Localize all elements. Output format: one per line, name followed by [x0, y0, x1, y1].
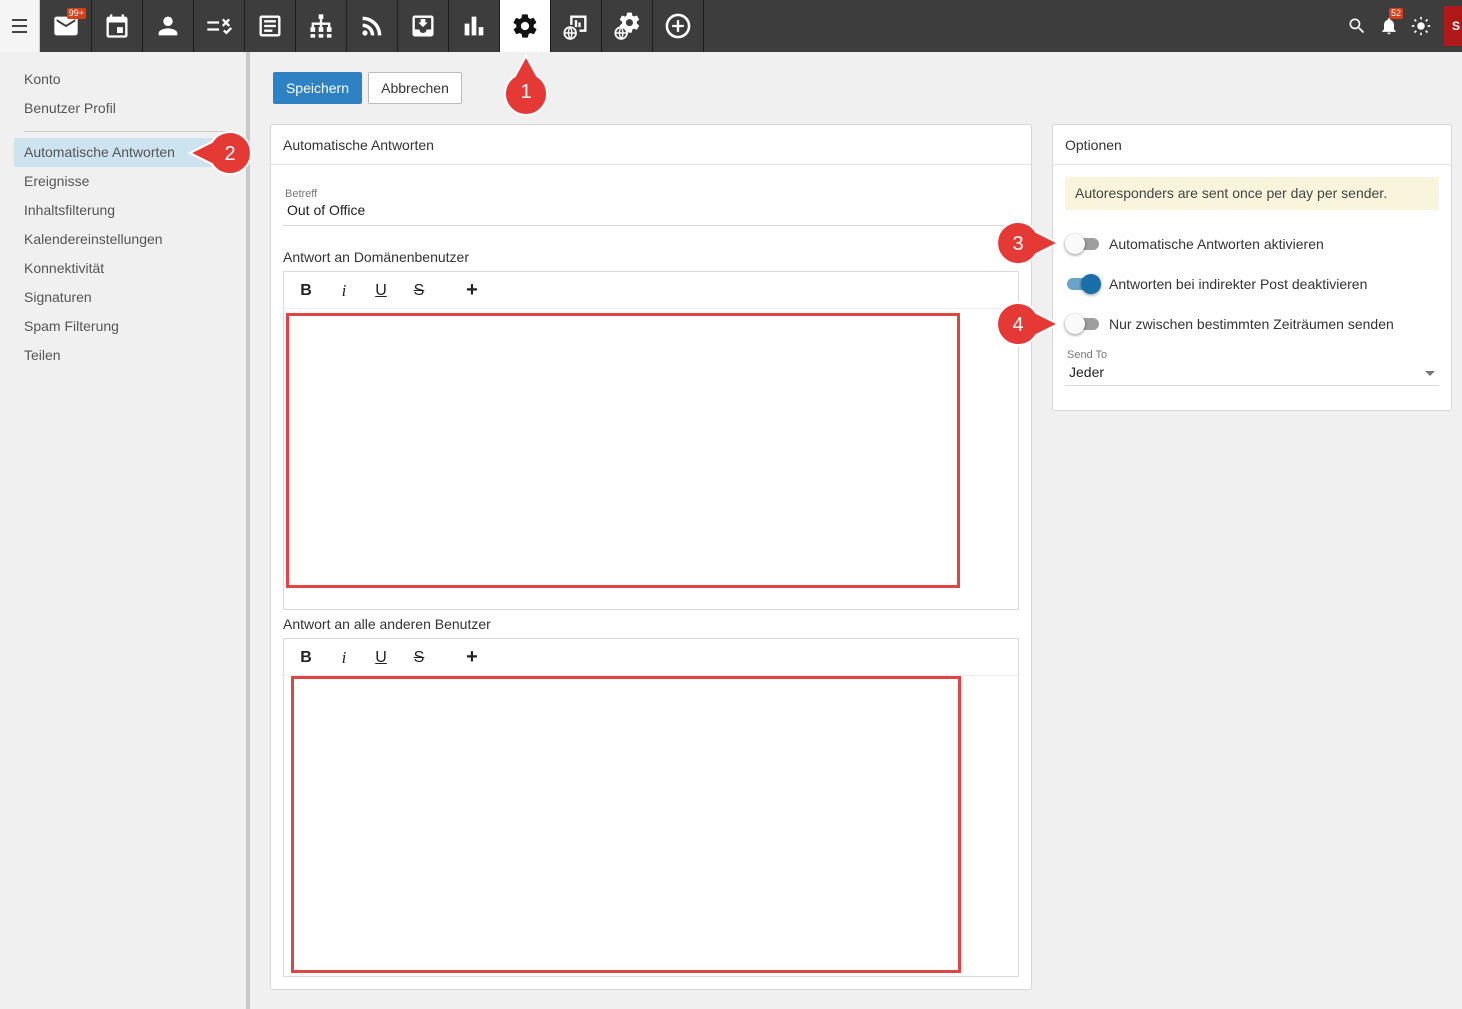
tab-settings[interactable] [500, 0, 551, 52]
tab-rss[interactable] [347, 0, 398, 52]
tab-contacts[interactable] [143, 0, 194, 52]
domain-report-icon [563, 15, 587, 40]
send-to-select[interactable]: Jeder [1069, 364, 1104, 380]
send-to-underline [1065, 385, 1439, 386]
hamburger-menu-button[interactable] [0, 0, 40, 52]
bell-icon [1382, 18, 1396, 35]
search-button[interactable] [1341, 0, 1373, 52]
sitemap-icon [310, 14, 332, 38]
more-options-button[interactable]: + [459, 272, 485, 309]
disable-indirect-label: Antworten bei indirekter Post deaktivier… [1109, 276, 1368, 292]
top-right-controls: 52 S [1341, 0, 1462, 52]
autoreply-panel-title: Automatische Antworten [271, 125, 1031, 165]
strikethrough-button[interactable]: S [406, 639, 432, 676]
toggle-row-schedule: Nur zwischen bestimmten Zeiträumen sende… [1065, 312, 1394, 336]
enable-autoreply-toggle[interactable] [1065, 232, 1101, 256]
callout-4: 4 [992, 302, 1061, 346]
notifications-badge: 52 [1388, 8, 1403, 19]
schedule-only-label: Nur zwischen bestimmten Zeiträumen sende… [1109, 316, 1394, 332]
enable-autoreply-label: Automatische Antworten aktivieren [1109, 236, 1324, 252]
callout-number: 2 [224, 143, 235, 165]
add-circle-icon [665, 13, 691, 39]
rss-icon [362, 16, 382, 36]
other-users-text-area[interactable] [291, 676, 961, 973]
sidebar-item-teilen[interactable]: Teilen [14, 341, 232, 370]
notifications-button[interactable]: 52 [1373, 0, 1405, 52]
bold-button[interactable]: B [293, 639, 319, 676]
notes-icon [259, 15, 281, 37]
callout-2: 2 [187, 131, 256, 175]
sidebar-item-inhaltsfilterung[interactable]: Inhaltsfilterung [14, 196, 232, 225]
tab-domain-reports[interactable] [551, 0, 602, 52]
options-panel-title: Optionen [1053, 125, 1451, 165]
underline-button[interactable]: U [368, 639, 394, 676]
tab-domain-settings[interactable] [602, 0, 653, 52]
domain-users-text-area[interactable] [286, 313, 960, 588]
schedule-only-toggle[interactable] [1065, 312, 1101, 336]
avatar[interactable]: S [1444, 6, 1462, 46]
callout-number: 1 [520, 81, 531, 103]
tab-sitemap[interactable] [296, 0, 347, 52]
mail-badge: 99+ [66, 8, 86, 19]
cancel-button[interactable]: Abbrechen [368, 72, 462, 104]
tab-tasks[interactable] [194, 0, 245, 52]
underline-button[interactable]: U [368, 272, 394, 309]
sun-icon [1411, 16, 1431, 36]
subject-input[interactable]: Out of Office [287, 202, 365, 218]
options-panel: Optionen [1052, 124, 1452, 411]
tab-add[interactable] [653, 0, 704, 52]
toggle-row-indirect: Antworten bei indirekter Post deaktivier… [1065, 272, 1367, 296]
callout-1: 1 [503, 53, 549, 118]
top-bar: 99+ 52 S [0, 0, 1462, 52]
bold-button[interactable]: B [293, 272, 319, 309]
sidebar-item-kalendereinstellungen[interactable]: Kalendereinstellungen [14, 225, 232, 254]
search-icon [1349, 18, 1365, 34]
strikethrough-button[interactable]: S [406, 272, 432, 309]
sidebar-item-konto[interactable]: Konto [14, 65, 232, 94]
callout-number: 3 [1012, 233, 1023, 255]
save-button[interactable]: Speichern [273, 72, 362, 104]
tab-mail[interactable]: 99+ [41, 0, 92, 52]
sidebar-splitter[interactable] [246, 52, 250, 1009]
sidebar-item-benutzer-profil[interactable]: Benutzer Profil [14, 94, 232, 123]
tasks-icon [207, 18, 233, 35]
bar-chart-icon [464, 16, 484, 36]
callout-number: 4 [1012, 314, 1023, 336]
avatar-letter: S [1451, 19, 1460, 33]
disable-indirect-toggle[interactable] [1065, 272, 1101, 296]
editor-toolbar: B i U S + [284, 272, 1018, 309]
italic-button[interactable]: i [331, 272, 357, 309]
send-to-label: Send To [1067, 349, 1108, 361]
callout-3: 3 [992, 221, 1061, 265]
theme-toggle-button[interactable] [1405, 0, 1437, 52]
italic-button[interactable]: i [331, 639, 357, 676]
sidebar-item-konnektivitaet[interactable]: Konnektivität [14, 254, 232, 283]
domain-users-label: Antwort an Domänenbenutzer [283, 249, 469, 265]
sidebar-item-signaturen[interactable]: Signaturen [14, 283, 232, 312]
chevron-down-icon[interactable] [1425, 371, 1435, 376]
autoresponder-notice: Autoresponders are sent once per day per… [1065, 177, 1439, 210]
subject-label: Betreff [285, 188, 318, 200]
tab-reports[interactable] [449, 0, 500, 52]
other-users-label: Antwort an alle anderen Benutzer [283, 616, 491, 632]
gear-icon [513, 14, 537, 38]
more-options-button[interactable]: + [459, 639, 485, 676]
domain-settings-icon [614, 12, 640, 40]
subject-underline [283, 225, 1019, 226]
tab-notes[interactable] [245, 0, 296, 52]
app-tabs: 99+ [41, 0, 704, 52]
tab-inbox-download[interactable] [398, 0, 449, 52]
tab-calendar[interactable] [92, 0, 143, 52]
contacts-icon [158, 16, 178, 36]
toggle-row-enable: Automatische Antworten aktivieren [1065, 232, 1324, 256]
calendar-icon [106, 14, 128, 38]
sidebar-item-spam-filterung[interactable]: Spam Filterung [14, 312, 232, 341]
hamburger-icon [12, 17, 27, 35]
inbox-download-icon [412, 15, 434, 37]
editor-toolbar: B i U S + [284, 639, 1018, 676]
